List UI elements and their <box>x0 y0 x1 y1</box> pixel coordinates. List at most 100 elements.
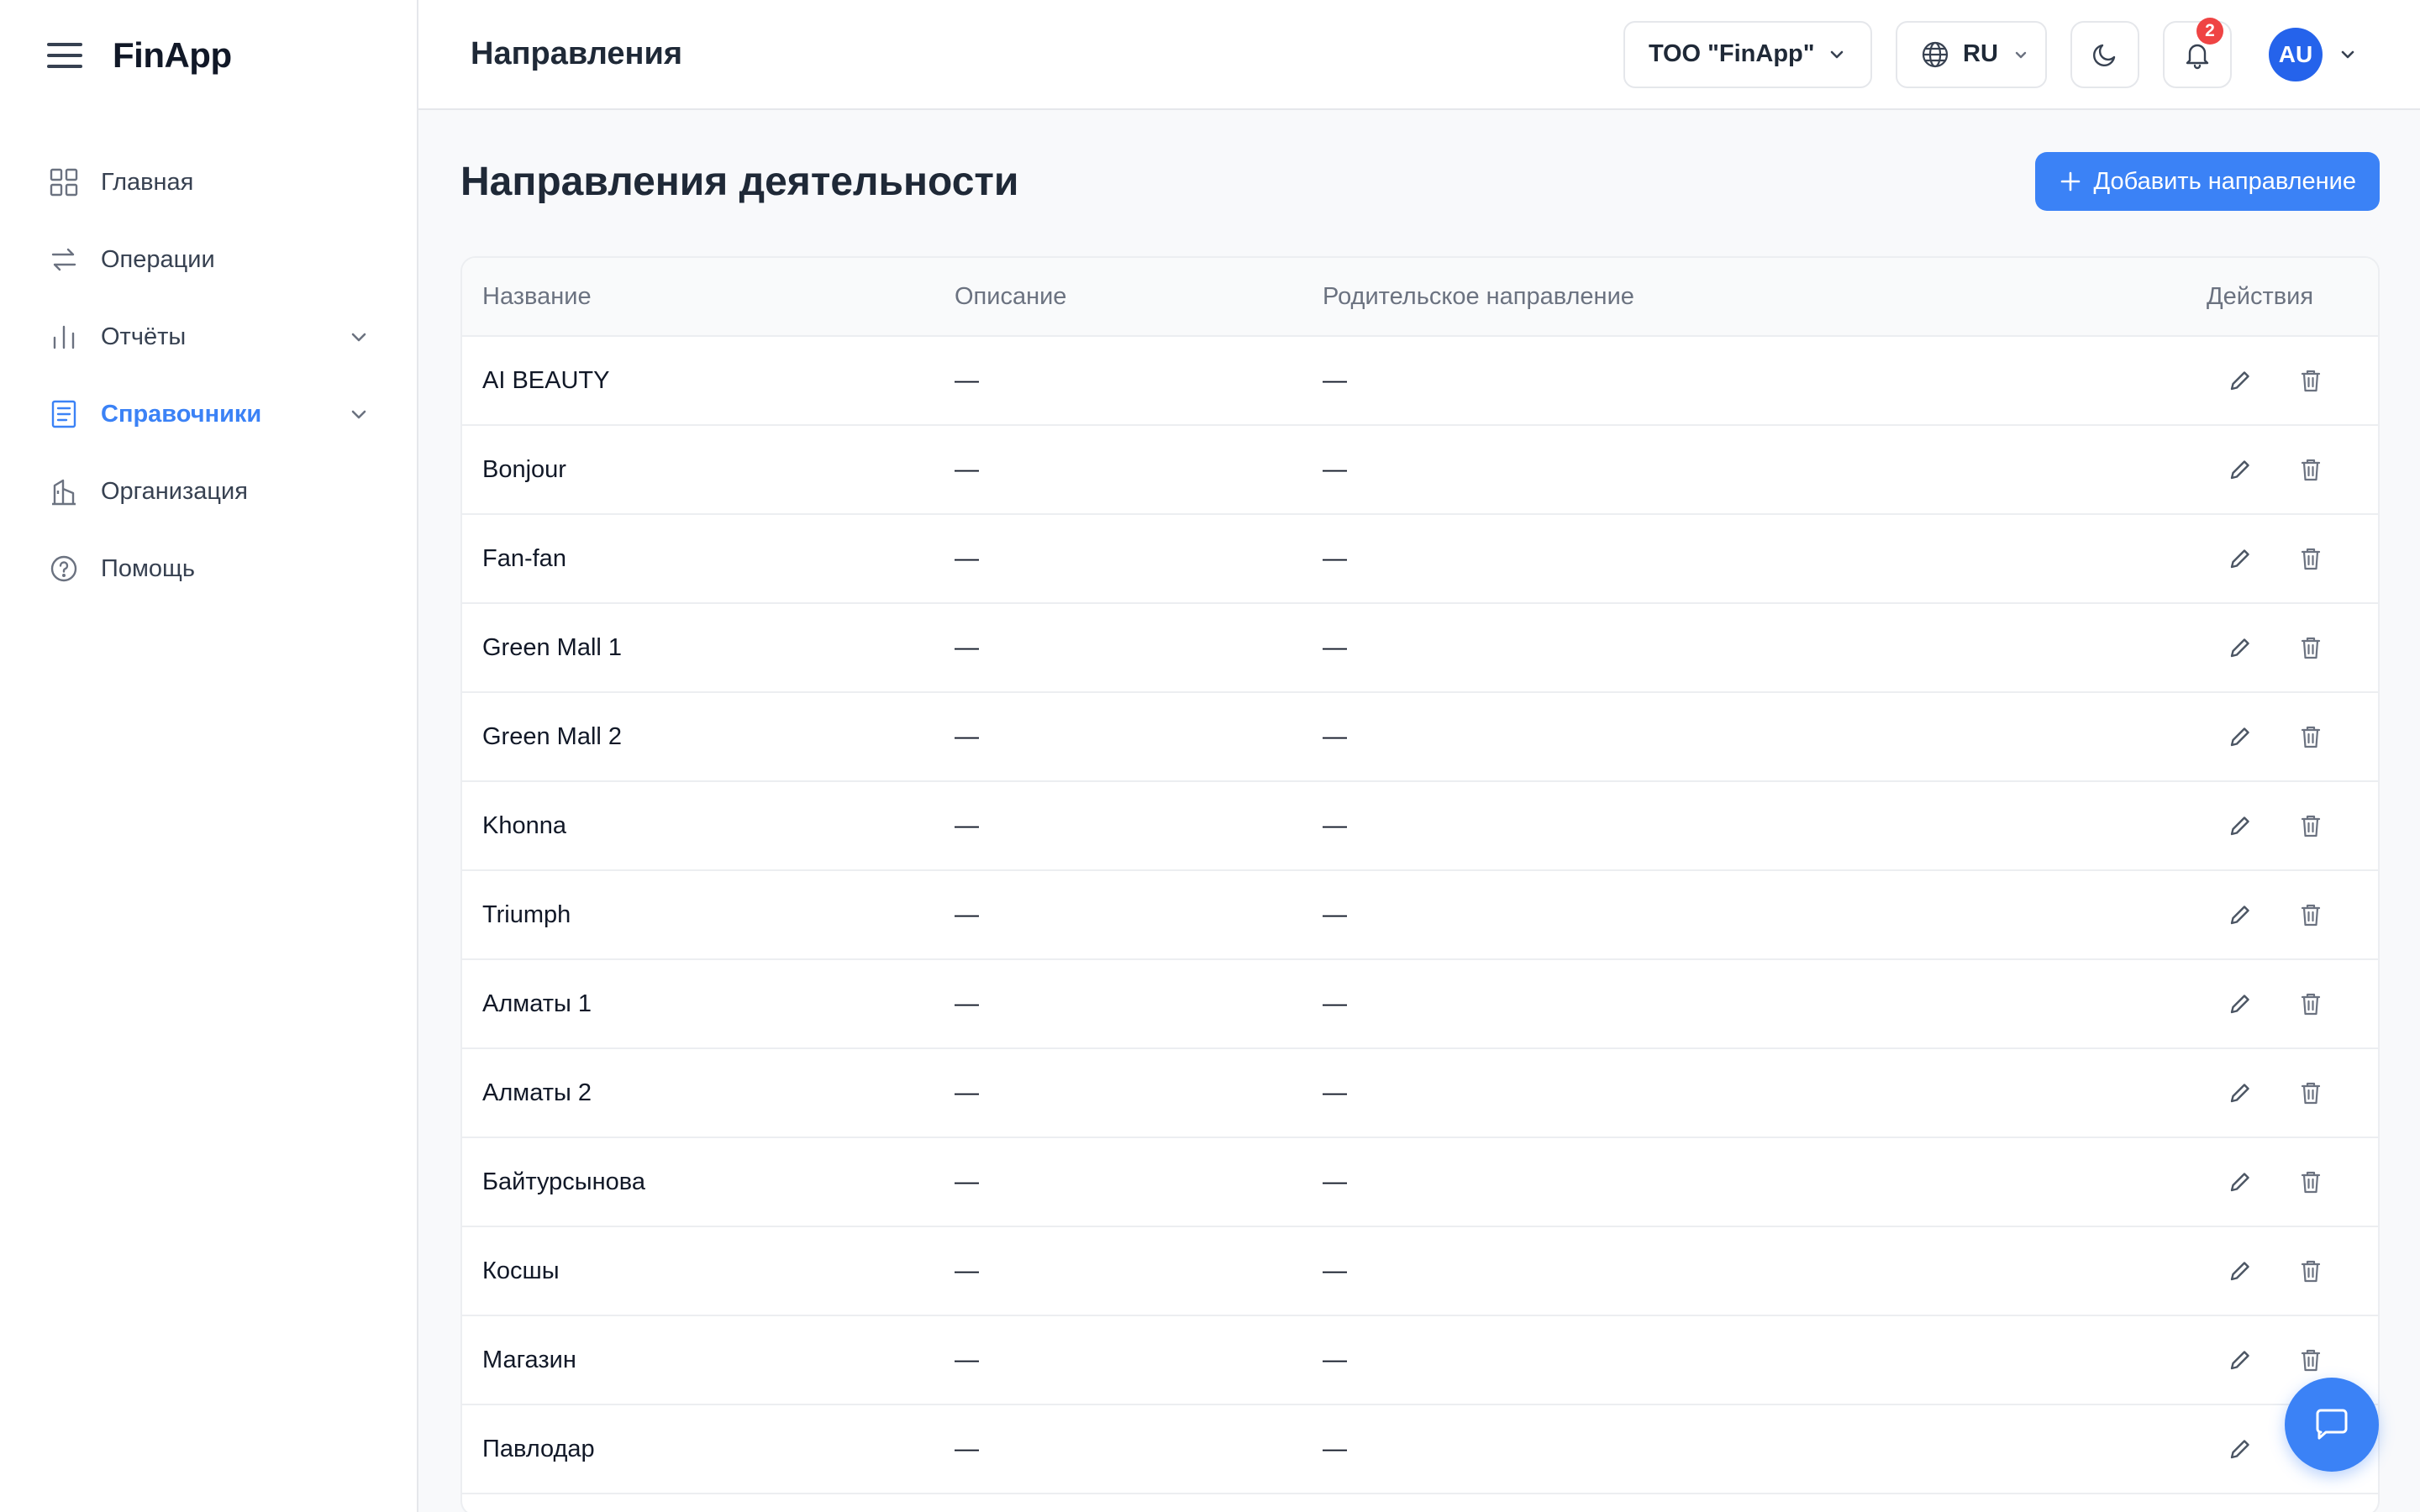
edit-icon[interactable] <box>2223 809 2257 843</box>
add-direction-button[interactable]: Добавить направление <box>2034 152 2380 211</box>
column-header-parent[interactable]: Родительское направление <box>1323 283 2188 311</box>
cell-actions <box>2188 809 2378 843</box>
edit-icon[interactable] <box>2223 364 2257 397</box>
sidebar-item-references[interactable]: Справочники <box>0 375 417 453</box>
cell-description: — <box>955 900 979 928</box>
edit-icon[interactable] <box>2223 1343 2257 1377</box>
bar-chart-icon <box>49 322 79 352</box>
sidebar-item-organization[interactable]: Организация <box>0 453 417 530</box>
edit-icon[interactable] <box>2223 631 2257 664</box>
cell-parent: — <box>1323 722 1347 750</box>
trash-icon[interactable] <box>2294 898 2328 932</box>
page-title: Направления деятельности <box>460 159 1019 204</box>
cell-description: — <box>955 990 979 1017</box>
edit-icon[interactable] <box>2223 1165 2257 1199</box>
edit-icon[interactable] <box>2223 542 2257 575</box>
cell-name: Павлодар <box>482 1435 595 1462</box>
cell-description: — <box>955 811 979 839</box>
chat-button[interactable] <box>2285 1378 2379 1472</box>
sidebar-item-reports[interactable]: Отчёты <box>0 298 417 375</box>
trash-icon[interactable] <box>2294 1343 2328 1377</box>
header-title: Направления <box>471 36 682 71</box>
column-header-description[interactable]: Описание <box>955 283 1323 311</box>
trash-icon[interactable] <box>2294 1165 2328 1199</box>
sidebar-item-help[interactable]: Помощь <box>0 530 417 607</box>
avatar[interactable]: AU <box>2269 27 2323 81</box>
sidebar-header: FinApp <box>0 0 417 110</box>
edit-icon[interactable] <box>2223 1432 2257 1466</box>
sidebar-item-operations[interactable]: Операции <box>0 221 417 298</box>
chevron-down-icon[interactable] <box>2338 45 2358 65</box>
cell-description: — <box>955 1079 979 1106</box>
cell-actions <box>2188 720 2378 753</box>
edit-icon[interactable] <box>2223 1076 2257 1110</box>
trash-icon[interactable] <box>2294 720 2328 753</box>
cell-name: Косшы <box>482 1257 560 1284</box>
sidebar-item-label: Главная <box>101 168 194 196</box>
sidebar-item-home[interactable]: Главная <box>0 144 417 221</box>
trash-icon[interactable] <box>2294 987 2328 1021</box>
trash-icon[interactable] <box>2294 631 2328 664</box>
table-row[interactable]: Triumph — — <box>462 871 2378 960</box>
language-select[interactable]: RU <box>1896 20 2047 88</box>
sidebar: FinApp Главная Операции Отчёты Справочни… <box>0 0 418 1512</box>
trash-icon[interactable] <box>2294 364 2328 397</box>
cell-name: Green Mall 2 <box>482 722 623 750</box>
cell-parent: — <box>1323 1257 1347 1284</box>
cell-parent: — <box>1323 1346 1347 1373</box>
table-row[interactable]: Павлодар — — <box>462 1405 2378 1494</box>
table-row[interactable]: Fan-fan — — <box>462 515 2378 604</box>
edit-icon[interactable] <box>2223 720 2257 753</box>
table-row[interactable]: Косшы — — <box>462 1227 2378 1316</box>
cell-description: — <box>955 455 979 483</box>
table-row[interactable]: Байтурсынова — — <box>462 1138 2378 1227</box>
cell-name: AI BEAUTY <box>482 366 610 394</box>
cell-actions <box>2188 453 2378 486</box>
sidebar-item-label: Отчёты <box>101 323 187 350</box>
edit-icon[interactable] <box>2223 1254 2257 1288</box>
table-row[interactable]: Green Mall 2 — — <box>462 693 2378 782</box>
cell-description: — <box>955 1435 979 1462</box>
table-row[interactable]: Алматы 1 — — <box>462 960 2378 1049</box>
table-row[interactable]: AI BEAUTY — — <box>462 337 2378 426</box>
chevron-down-icon <box>348 403 370 425</box>
cell-name: Fan-fan <box>482 544 566 572</box>
cell-actions <box>2188 987 2378 1021</box>
cell-actions <box>2188 1076 2378 1110</box>
arrows-exchange-icon <box>49 244 79 275</box>
sidebar-item-label: Помощь <box>101 554 196 582</box>
table-header: Название Описание Родительское направлен… <box>462 258 2378 337</box>
column-header-name[interactable]: Название <box>462 283 955 311</box>
table-row[interactable]: Алматы 2 — — <box>462 1049 2378 1138</box>
edit-icon[interactable] <box>2223 898 2257 932</box>
cell-actions <box>2188 631 2378 664</box>
cell-actions <box>2188 1165 2378 1199</box>
cell-description: — <box>955 1257 979 1284</box>
trash-icon[interactable] <box>2294 809 2328 843</box>
table-row[interactable]: Green Mall 1 — — <box>462 604 2378 693</box>
menu-toggle-icon[interactable] <box>47 42 82 68</box>
table-row[interactable]: Магазин — — <box>462 1316 2378 1405</box>
cell-description: — <box>955 1168 979 1195</box>
sidebar-item-label: Организация <box>101 477 248 505</box>
sidebar-nav: Главная Операции Отчёты Справочники Орга… <box>0 144 417 607</box>
help-circle-icon <box>49 554 79 584</box>
edit-icon[interactable] <box>2223 987 2257 1021</box>
table-row[interactable]: Bonjour — — <box>462 426 2378 515</box>
trash-icon[interactable] <box>2294 1076 2328 1110</box>
cell-parent: — <box>1323 811 1347 839</box>
notifications-button[interactable]: 2 <box>2163 17 2232 88</box>
trash-icon[interactable] <box>2294 1254 2328 1288</box>
sidebar-item-label: Справочники <box>101 400 262 428</box>
chevron-down-icon <box>2013 47 2028 62</box>
cell-name: Алматы 1 <box>482 990 592 1017</box>
sidebar-item-label: Операции <box>101 245 215 273</box>
trash-icon[interactable] <box>2294 542 2328 575</box>
cell-parent: — <box>1323 544 1347 572</box>
edit-icon[interactable] <box>2223 453 2257 486</box>
trash-icon[interactable] <box>2294 453 2328 486</box>
cell-name: Khonna <box>482 811 566 839</box>
table-row[interactable]: Khonna — — <box>462 782 2378 871</box>
organization-select[interactable]: ТОО "FinApp" <box>1623 20 1872 88</box>
theme-toggle-button[interactable] <box>2070 20 2139 88</box>
